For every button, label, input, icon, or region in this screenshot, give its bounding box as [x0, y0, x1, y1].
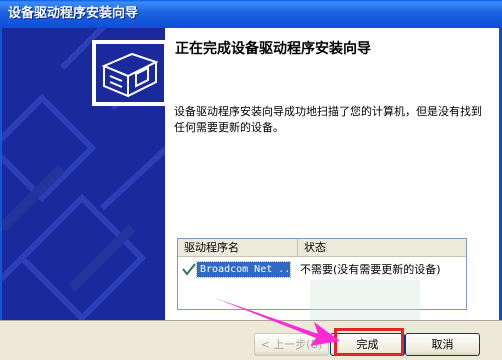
driver-status-cell: 不需要(没有需要更新的设备) [300, 263, 441, 276]
hardware-card-icon [92, 40, 165, 106]
window-title: 设备驱动程序安装向导 [8, 6, 139, 21]
window-title-bar[interactable]: 设备驱动程序安装向导 [0, 0, 502, 28]
wizard-side-banner [0, 28, 165, 320]
driver-name-cell[interactable]: Broadcom Net ... [196, 260, 291, 278]
finish-highlight-box [334, 328, 404, 356]
back-button[interactable]: < 上一步(B) [254, 333, 329, 356]
checkmark-icon [182, 263, 196, 276]
driver-list-header: 驱动程序名 状态 [178, 239, 466, 257]
watermark-blur [310, 280, 420, 320]
table-row[interactable]: Broadcom Net ... 不需要(没有需要更新的设备) [178, 260, 466, 278]
wizard-button-bar: < 上一步(B) 完成 取消 [0, 320, 502, 360]
column-header-driver-name[interactable]: 驱动程序名 [178, 239, 298, 256]
column-header-status[interactable]: 状态 [298, 239, 466, 256]
wizard-heading: 正在完成设备驱动程序安装向导 [175, 41, 371, 57]
wizard-content: 正在完成设备驱动程序安装向导 设备驱动程序安装向导成功地扫描了您的计算机，但是没… [165, 28, 502, 320]
wizard-description: 设备驱动程序安装向导成功地扫描了您的计算机，但是没有找到任何需要更新的设备。 [174, 105, 482, 134]
cancel-button[interactable]: 取消 [405, 333, 480, 356]
